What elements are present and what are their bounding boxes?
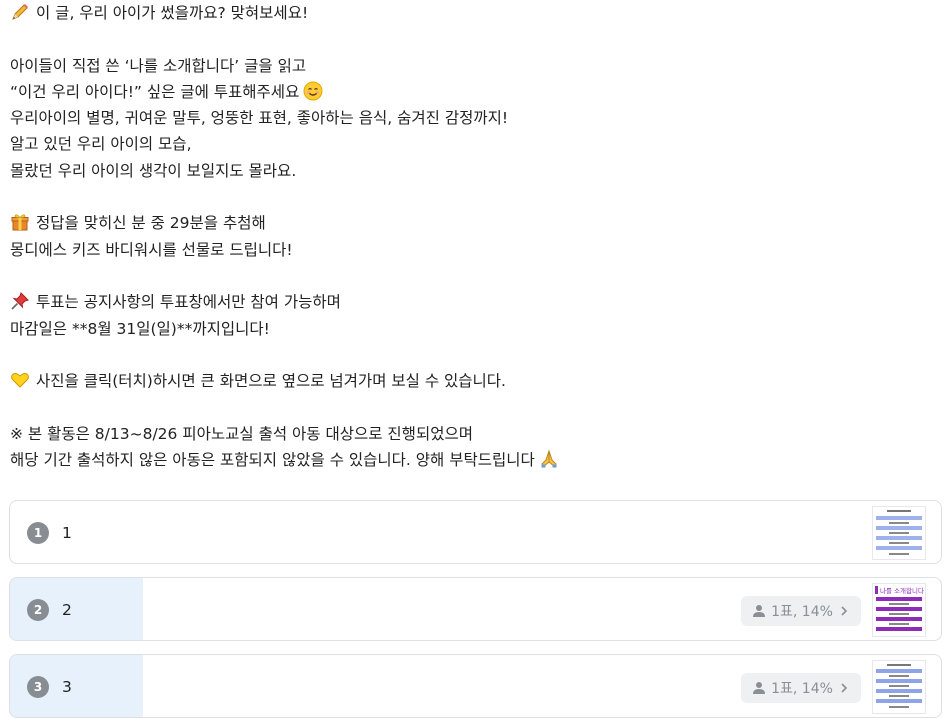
post-line: 투표는 공지사항의 투표창에서만 참여 가능하며 <box>10 289 940 315</box>
option-number-badge: 3 <box>27 676 49 698</box>
option-label: 1 <box>62 524 72 542</box>
person-icon <box>753 605 766 617</box>
option-thumbnail[interactable] <box>872 660 926 714</box>
post-line: 마감일은 **8월 31일(일)**까지입니다! <box>10 319 270 338</box>
option-label: 3 <box>62 678 72 696</box>
poll-option-3[interactable]: 3 3 1표, 14% <box>9 654 942 718</box>
vote-count-button[interactable]: 1표, 14% <box>741 673 861 703</box>
post-line <box>10 342 940 368</box>
option-thumbnail[interactable] <box>872 506 926 560</box>
thumbnail-title: 나를 소개합니다 <box>880 586 924 595</box>
yellow-heart-icon <box>11 373 29 388</box>
post-line: 해당 기간 출석하지 않은 아동은 포함되지 않았을 수 있습니다. 양해 부탁… <box>10 447 940 473</box>
poll-option-1[interactable]: 1 1 <box>9 500 942 564</box>
post-line: 아이들이 직접 쓴 ‘나를 소개합니다’ 글을 읽고 <box>10 56 307 75</box>
option-label: 2 <box>62 601 72 619</box>
post-line <box>10 263 940 289</box>
post-line: ※ 본 활동은 8/13~8/26 피아노교실 출석 아동 대상으로 진행되었으… <box>10 424 473 443</box>
person-icon <box>753 682 766 694</box>
folded-hands-icon <box>541 449 557 468</box>
post-line: 이 글, 우리 아이가 썼을까요? 맞혀보세요! <box>10 0 940 26</box>
chevron-right-icon <box>841 606 848 616</box>
vote-count-text: 1표, 14% <box>771 604 833 620</box>
post-line <box>10 394 940 420</box>
vote-count-text: 1표, 14% <box>771 681 833 697</box>
post-line <box>10 184 940 210</box>
pencil-icon <box>12 4 28 20</box>
poll-option-2[interactable]: 2 2 1표, 14% 나를 소개합니다 <box>9 577 942 641</box>
pushpin-icon <box>11 292 29 310</box>
post-line: 몽디에스 키즈 바디워시를 선물로 드립니다! <box>10 240 293 259</box>
option-number-badge: 1 <box>27 522 49 544</box>
vote-count-button[interactable]: 1표, 14% <box>741 596 861 626</box>
post-line: 우리아이의 별명, 귀여운 말투, 엉뚱한 표현, 좋아하는 음식, 숨겨진 감… <box>10 109 509 128</box>
post-line: 몰랐던 우리 아이의 생각이 보일지도 몰라요. <box>10 161 297 180</box>
gift-icon <box>11 214 29 231</box>
smiling-face-icon <box>303 81 323 101</box>
chevron-right-icon <box>841 683 848 693</box>
option-number-badge: 2 <box>27 599 49 621</box>
post-line: 사진을 클릭(터치)하시면 큰 화면으로 옆으로 넘겨가며 보실 수 있습니다. <box>10 368 940 394</box>
option-thumbnail[interactable]: 나를 소개합니다 <box>872 583 926 637</box>
post-line: “이건 우리 아이다!” 싶은 글에 투표해주세요 <box>10 79 940 105</box>
post-body: 이 글, 우리 아이가 썼을까요? 맞혀보세요! 아이들이 직접 쓴 ‘나를 소… <box>10 0 940 473</box>
post-line: 정답을 맞히신 분 중 29분을 추첨해 <box>10 210 940 236</box>
post-line <box>10 26 940 52</box>
post-line: 알고 있던 우리 아이의 모습, <box>10 135 192 154</box>
